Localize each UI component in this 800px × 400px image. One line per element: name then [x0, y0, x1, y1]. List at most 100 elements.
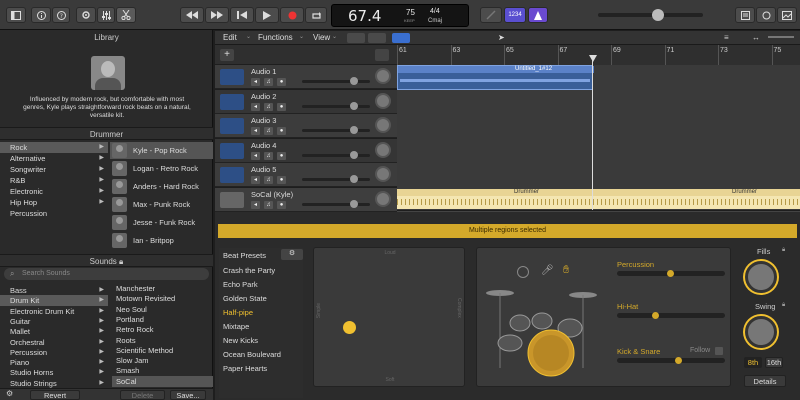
playhead[interactable] [592, 55, 593, 210]
shaker-icon[interactable]: 🎤︎ [541, 265, 554, 276]
mute-icon[interactable]: ◂ [251, 102, 260, 111]
drummer-genre-item[interactable]: Alternative ▶ [0, 153, 108, 164]
beat-preset-item[interactable]: Paper Hearts [223, 364, 267, 373]
zoom-out-icon[interactable]: ↔ [752, 33, 760, 42]
percussion-slider-knob[interactable] [667, 270, 674, 277]
playhead-marker-icon[interactable] [589, 55, 597, 62]
add-track-button[interactable]: + [220, 49, 234, 61]
scissors-icon[interactable] [116, 7, 136, 23]
mute-icon[interactable]: ◂ [251, 78, 260, 86]
sound-category-item[interactable]: Studio Strings ▶ [0, 378, 108, 389]
count-in-button[interactable]: 1234 [504, 7, 526, 23]
kick-snare-slider-knob[interactable] [675, 357, 682, 364]
revert-button[interactable]: Revert [30, 390, 80, 400]
pan-knob[interactable] [375, 117, 391, 133]
drummer-item[interactable]: Kyle - Pop Rock [110, 142, 213, 159]
media-browser-icon[interactable] [777, 7, 797, 23]
pan-knob[interactable] [375, 92, 391, 109]
beat-preset-item[interactable]: Ocean Boulevard [223, 350, 281, 359]
master-volume-knob[interactable] [652, 9, 664, 21]
volume-slider[interactable] [302, 77, 370, 85]
mixer-icon[interactable] [97, 7, 115, 23]
percussion-slider[interactable] [617, 270, 725, 277]
library-toggle-icon[interactable] [6, 7, 26, 23]
track-header[interactable]: Audio 1 ◂ ♫ ● [215, 65, 397, 89]
cycle-icon[interactable] [305, 7, 327, 23]
headphones-icon[interactable]: ♫ [264, 151, 273, 160]
rewind-icon[interactable] [180, 7, 204, 23]
sixteenth-note-button[interactable]: 16th [765, 357, 783, 368]
drummer-genre-item[interactable]: Songwriter ▶ [0, 164, 108, 175]
beat-preset-item[interactable]: Half-pipe [223, 308, 253, 317]
swing-knob[interactable] [745, 316, 777, 348]
details-button[interactable]: Details [744, 375, 786, 387]
sound-kit-item[interactable]: SoCal [112, 375, 213, 387]
help-icon[interactable]: ? [52, 7, 70, 23]
play-icon[interactable] [255, 7, 279, 23]
xy-pad[interactable]: Loud Soft Simple Complex [313, 247, 465, 387]
functions-menu[interactable]: Functions [258, 33, 293, 42]
track-options-icon[interactable] [375, 49, 389, 61]
hihat-slider-knob[interactable] [652, 312, 659, 319]
edit-menu[interactable]: Edit [223, 33, 237, 42]
track-header[interactable]: Audio 4 ◂ ♫ ● [215, 138, 397, 163]
volume-slider[interactable] [302, 150, 370, 159]
drummer-item[interactable]: Anders - Hard Rock [110, 178, 213, 195]
beat-preset-item[interactable]: Echo Park [223, 280, 258, 289]
mute-icon[interactable]: ◂ [251, 151, 260, 160]
drummer-region-label-2[interactable]: Drummer [732, 189, 757, 195]
presets-gear-icon[interactable]: ⚙ [281, 249, 303, 260]
pan-knob[interactable] [375, 190, 391, 207]
record-arm-icon[interactable]: ● [277, 127, 286, 135]
headphones-icon[interactable]: ♫ [264, 127, 273, 135]
drummer-item[interactable]: Max - Punk Rock [110, 196, 213, 213]
drummer-genre-item[interactable]: Electronic ▶ [0, 186, 108, 197]
mute-icon[interactable]: ◂ [251, 200, 260, 209]
headphones-icon[interactable]: ♫ [264, 78, 273, 86]
xy-puck[interactable] [343, 321, 356, 334]
zoom-slider[interactable] [768, 36, 794, 38]
mute-icon[interactable]: ◂ [251, 176, 260, 184]
track-header[interactable]: Audio 3 ◂ ♫ ● [215, 114, 397, 138]
headphones-icon[interactable]: ♫ [264, 200, 273, 209]
automation-icon[interactable] [347, 33, 365, 43]
fills-knob[interactable] [745, 261, 777, 293]
tuner-icon[interactable] [480, 7, 502, 23]
volume-slider[interactable] [302, 175, 370, 183]
notepad-icon[interactable] [735, 7, 755, 23]
headphones-icon[interactable]: ♫ [264, 176, 273, 184]
track-header[interactable]: Audio 5 ◂ ♫ ● [215, 163, 397, 187]
record-arm-icon[interactable]: ● [277, 176, 286, 184]
drummer-item[interactable]: Jesse - Funk Rock [110, 214, 213, 231]
audio-region[interactable]: Untitled_1#12 [397, 65, 594, 90]
catch-icon[interactable] [392, 33, 410, 43]
drummer-region-label-1[interactable]: Drummer [514, 189, 539, 195]
drummer-genre-item[interactable]: Rock ▶ [0, 142, 108, 153]
tambourine-icon[interactable] [517, 266, 529, 278]
swing-lock-icon[interactable]: 🔒︎ [782, 302, 785, 309]
drummer-item[interactable]: Ian - Britpop [110, 232, 213, 249]
zoom-controls[interactable]: ≡ ↔ [724, 33, 794, 42]
mute-icon[interactable]: ◂ [251, 127, 260, 135]
beat-preset-item[interactable]: Crash the Party [223, 266, 275, 275]
settings-icon[interactable] [76, 7, 96, 23]
follow-checkbox[interactable] [715, 347, 723, 355]
track-header[interactable]: Audio 2 ◂ ♫ ● [215, 89, 397, 114]
metronome-icon[interactable] [528, 7, 548, 23]
loop-browser-icon[interactable] [756, 7, 776, 23]
tracks-canvas[interactable]: Untitled_1#12 Drummer Drummer [397, 55, 800, 210]
search-sounds-field[interactable]: ⌕ Search Sounds [4, 268, 209, 280]
track-header[interactable]: SoCal (Kyle) ◂ ♫ ● [215, 187, 397, 212]
go-to-start-icon[interactable] [230, 7, 254, 23]
record-arm-icon[interactable]: ● [277, 78, 286, 86]
inspector-icon[interactable] [31, 7, 51, 23]
gear-icon[interactable]: ⚙ [6, 389, 13, 398]
save-button[interactable]: Save... [170, 390, 206, 400]
delete-button[interactable]: Delete [120, 390, 165, 400]
view-menu[interactable]: View [313, 33, 330, 42]
drummer-genre-item[interactable]: Percussion [0, 208, 108, 219]
record-icon[interactable] [280, 7, 304, 23]
fast-forward-icon[interactable] [205, 7, 229, 23]
pan-knob[interactable] [375, 68, 391, 84]
waveform-zoom-icon[interactable]: ≡ [724, 33, 729, 42]
